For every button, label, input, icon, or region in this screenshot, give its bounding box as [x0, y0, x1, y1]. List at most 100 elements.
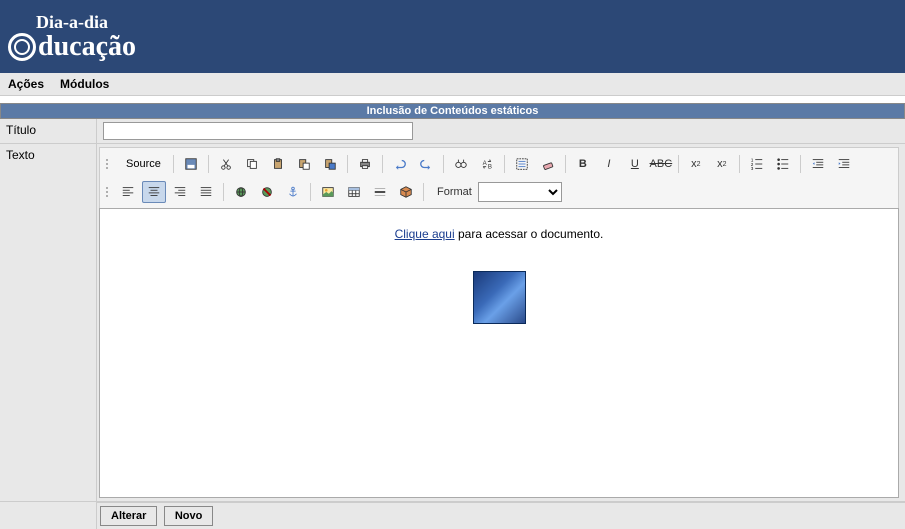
- separator: [382, 155, 383, 173]
- app-header: Dia-a-dia ducação: [0, 0, 905, 73]
- paste-icon: [271, 157, 285, 171]
- indent-button[interactable]: [832, 153, 856, 175]
- logo-bottom: ducação: [8, 33, 136, 61]
- toolbar-row-1: Source AB: [104, 151, 894, 177]
- actions-cell: Alterar Novo: [97, 502, 905, 529]
- separator: [208, 155, 209, 173]
- source-button[interactable]: Source: [116, 153, 168, 175]
- editor-wrap: Source AB: [97, 144, 905, 501]
- redo-icon: [419, 157, 433, 171]
- undo-icon: [393, 157, 407, 171]
- svg-text:A: A: [482, 160, 487, 167]
- specialchar-button[interactable]: [394, 181, 418, 203]
- content-image[interactable]: [473, 271, 526, 324]
- anchor-button[interactable]: [281, 181, 305, 203]
- align-right-icon: [173, 185, 187, 199]
- spiral-icon: [8, 33, 36, 61]
- row-titulo: Título: [0, 119, 905, 144]
- selectall-button[interactable]: [510, 153, 534, 175]
- image-button[interactable]: [316, 181, 340, 203]
- novo-button[interactable]: Novo: [164, 506, 214, 526]
- printer-icon: [358, 157, 372, 171]
- subscript-button[interactable]: x2: [684, 153, 708, 175]
- italic-button[interactable]: I: [597, 153, 621, 175]
- menu-acoes[interactable]: Ações: [8, 77, 44, 91]
- outdent-button[interactable]: [806, 153, 830, 175]
- svg-text:3: 3: [751, 166, 754, 171]
- paste-word-button[interactable]: [318, 153, 342, 175]
- undo-button[interactable]: [388, 153, 412, 175]
- label-titulo: Título: [0, 119, 97, 143]
- link-icon: [234, 185, 248, 199]
- separator: [800, 155, 801, 173]
- align-justify-button[interactable]: [194, 181, 218, 203]
- strike-button[interactable]: ABC: [649, 153, 673, 175]
- grip-icon: [104, 154, 112, 174]
- find-button[interactable]: [449, 153, 473, 175]
- paste-text-button[interactable]: [292, 153, 316, 175]
- redo-button[interactable]: [414, 153, 438, 175]
- separator: [223, 183, 224, 201]
- field-titulo: [97, 119, 905, 143]
- replace-button[interactable]: AB: [475, 153, 499, 175]
- content-text: para acessar o documento.: [455, 227, 604, 241]
- align-left-icon: [121, 185, 135, 199]
- row-texto: Texto Source: [0, 144, 905, 502]
- paste-word-icon: [323, 157, 337, 171]
- outdent-icon: [811, 157, 825, 171]
- grip-icon: [104, 182, 112, 202]
- unlink-icon: [260, 185, 274, 199]
- removeformat-button[interactable]: [536, 153, 560, 175]
- logo-bottom-text: ducação: [38, 33, 136, 61]
- paste-text-icon: [297, 157, 311, 171]
- align-center-button[interactable]: [142, 181, 166, 203]
- underline-button[interactable]: U: [623, 153, 647, 175]
- replace-icon: AB: [480, 157, 494, 171]
- table-button[interactable]: [342, 181, 366, 203]
- align-center-icon: [147, 185, 161, 199]
- save-button[interactable]: [179, 153, 203, 175]
- separator: [347, 155, 348, 173]
- format-select[interactable]: [478, 182, 562, 202]
- menubar: Ações Módulos: [0, 73, 905, 96]
- spacer: [0, 96, 905, 103]
- hr-icon: [373, 185, 387, 199]
- binoculars-icon: [454, 157, 468, 171]
- align-right-button[interactable]: [168, 181, 192, 203]
- separator: [173, 155, 174, 173]
- unlink-button[interactable]: [255, 181, 279, 203]
- section-title-bar: Inclusão de Conteúdos estáticos: [0, 103, 905, 119]
- titulo-input[interactable]: [103, 122, 413, 140]
- copy-button[interactable]: [240, 153, 264, 175]
- bold-button[interactable]: B: [571, 153, 595, 175]
- separator: [504, 155, 505, 173]
- numbered-list-button[interactable]: 123: [745, 153, 769, 175]
- svg-text:B: B: [488, 163, 492, 170]
- bullet-list-button[interactable]: [771, 153, 795, 175]
- menu-modulos[interactable]: Módulos: [60, 77, 109, 91]
- alterar-button[interactable]: Alterar: [100, 506, 157, 526]
- separator: [423, 183, 424, 201]
- scissors-icon: [219, 157, 233, 171]
- link-button[interactable]: [229, 181, 253, 203]
- print-button[interactable]: [353, 153, 377, 175]
- toolbar-row-2: Format: [104, 179, 894, 205]
- format-label: Format: [437, 186, 472, 198]
- editor-paragraph: Clique aqui para acessar o documento.: [112, 227, 886, 241]
- editor-content-area[interactable]: Clique aqui para acessar o documento.: [99, 208, 899, 498]
- superscript-button[interactable]: x2: [710, 153, 734, 175]
- align-left-button[interactable]: [116, 181, 140, 203]
- logo-top-text: Dia-a-dia: [36, 12, 136, 33]
- align-justify-icon: [199, 185, 213, 199]
- cut-button[interactable]: [214, 153, 238, 175]
- editor-toolbar: Source AB: [99, 147, 899, 208]
- hr-button[interactable]: [368, 181, 392, 203]
- content-link[interactable]: Clique aqui: [395, 227, 455, 241]
- ul-icon: [776, 157, 790, 171]
- paste-button[interactable]: [266, 153, 290, 175]
- actions-row: Alterar Novo: [0, 502, 905, 529]
- indent-icon: [837, 157, 851, 171]
- table-icon: [347, 185, 361, 199]
- source-label: Source: [126, 158, 161, 170]
- selectall-icon: [515, 157, 529, 171]
